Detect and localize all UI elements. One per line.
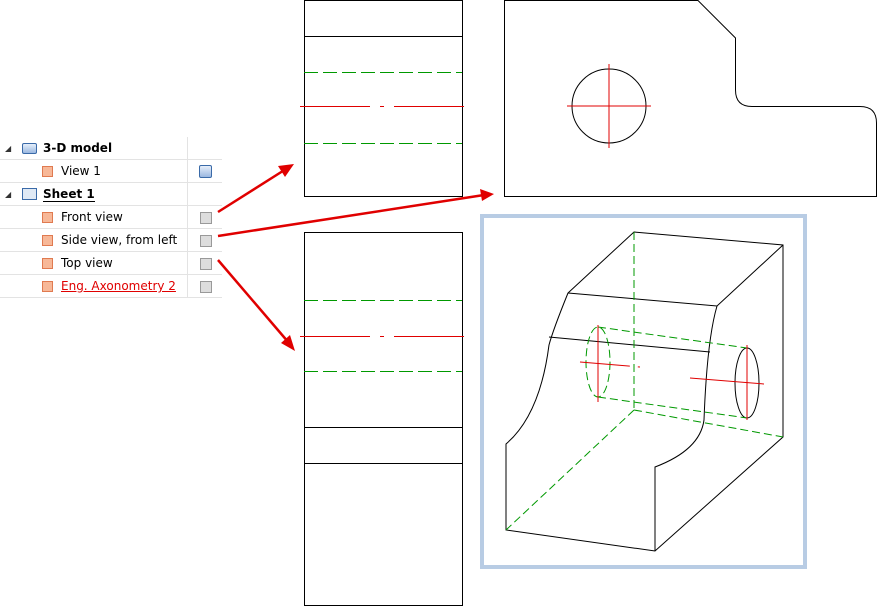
arrow-front-view bbox=[217, 167, 287, 214]
side-view-drawing[interactable] bbox=[504, 0, 877, 197]
top-view-drawing[interactable] bbox=[300, 232, 466, 606]
arrow-side-view bbox=[217, 193, 485, 238]
axonometric-view-drawing[interactable] bbox=[505, 231, 784, 552]
selection-frame bbox=[480, 214, 807, 569]
drawing-sheet bbox=[217, 0, 877, 606]
annotation-arrows bbox=[217, 164, 494, 351]
arrow-top-view bbox=[217, 259, 290, 344]
front-view-drawing[interactable] bbox=[300, 0, 466, 197]
